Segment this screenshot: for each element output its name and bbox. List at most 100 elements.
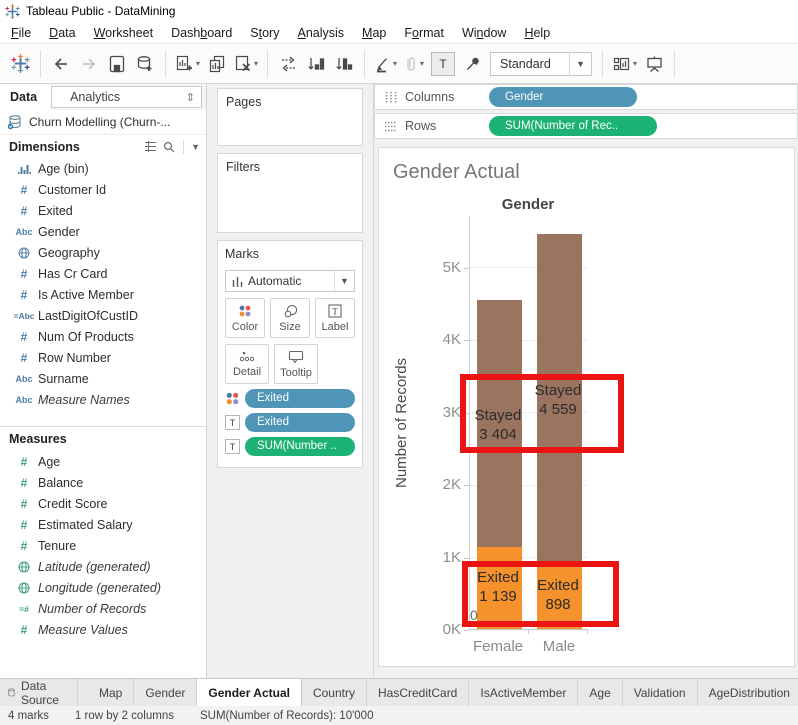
measure-longitude-generated[interactable]: Longitude (generated)	[0, 577, 206, 598]
highlight-icon[interactable]: ▾	[371, 49, 400, 79]
detail-button[interactable]: Detail	[225, 344, 269, 384]
text-label-icon[interactable]: T	[225, 415, 240, 430]
sort-ascending-icon[interactable]	[302, 49, 330, 79]
measure-measure-values[interactable]: # Measure Values	[0, 619, 206, 640]
chevron-down-icon[interactable]: ▼	[191, 142, 200, 152]
dimension-exited[interactable]: # Exited	[0, 200, 206, 221]
chevron-down-icon[interactable]: ▼	[334, 271, 354, 291]
tab-validation[interactable]: Validation	[623, 679, 698, 706]
presentation-mode-icon[interactable]	[640, 49, 668, 79]
rows-shelf[interactable]: Rows SUM(Number of Rec..	[374, 113, 798, 139]
mark-label-stayed-male: Stayed 4 559	[534, 382, 582, 418]
filters-shelf[interactable]: Filters	[217, 153, 363, 233]
tab-data[interactable]: Data	[0, 84, 52, 110]
tab-gender-actual[interactable]: Gender Actual	[197, 679, 302, 706]
redo-icon[interactable]	[75, 49, 103, 79]
x-axis-label-male[interactable]: Male	[524, 638, 594, 655]
measure-number-of-records[interactable]: =# Number of Records	[0, 598, 206, 619]
measure-credit-score[interactable]: # Credit Score	[0, 493, 206, 514]
tab-country[interactable]: Country	[302, 679, 367, 706]
menu-window[interactable]: Window	[453, 24, 515, 42]
marks-pill-label-exited[interactable]: Exited	[245, 413, 355, 432]
dimension-gender[interactable]: Abc Gender	[0, 221, 206, 242]
tab-hascreditcard[interactable]: HasCreditCard	[367, 679, 470, 706]
swap-panes-icon[interactable]: ⇕	[186, 91, 195, 104]
label-button[interactable]: T Label	[315, 298, 355, 338]
chevron-down-icon[interactable]: ▼	[569, 52, 591, 75]
menu-file[interactable]: File	[2, 24, 40, 42]
color-dots-icon	[239, 305, 251, 316]
columns-icon	[384, 91, 398, 104]
measure-age[interactable]: # Age	[0, 451, 206, 472]
tableau-logo-button[interactable]	[6, 49, 34, 79]
menu-map[interactable]: Map	[353, 24, 395, 42]
size-button[interactable]: Size	[270, 298, 310, 338]
measure-balance[interactable]: # Balance	[0, 472, 206, 493]
dropdown-caret-icon[interactable]: ▾	[420, 59, 424, 68]
mark-type-dropdown[interactable]: Automatic ▼	[225, 270, 355, 292]
undo-icon[interactable]	[47, 49, 75, 79]
dimension-measure-names[interactable]: Abc Measure Names	[0, 389, 206, 410]
menu-dashboard[interactable]: Dashboard	[162, 24, 241, 42]
dropdown-caret-icon[interactable]: ▾	[393, 59, 397, 68]
columns-shelf[interactable]: Columns Gender	[374, 84, 798, 110]
columns-pill-gender[interactable]: Gender	[489, 87, 637, 107]
tab-age[interactable]: Age	[578, 679, 623, 706]
tableau-logo-icon	[5, 3, 20, 19]
measure-tenure[interactable]: # Tenure	[0, 535, 206, 556]
search-icon[interactable]	[163, 141, 175, 153]
show-hide-cards-icon[interactable]: ▾	[609, 49, 640, 79]
show-mark-labels-button[interactable]: T	[428, 49, 458, 79]
marks-pill-color-exited[interactable]: Exited	[245, 389, 355, 408]
save-icon[interactable]	[103, 49, 131, 79]
dimension-customer-id[interactable]: # Customer Id	[0, 179, 206, 200]
tab-agedistribution[interactable]: AgeDistribution	[698, 679, 798, 706]
text-label-icon[interactable]: T	[225, 439, 240, 454]
tab-data-source[interactable]: Data Source	[0, 679, 79, 707]
tab-gender[interactable]: Gender	[134, 679, 198, 706]
sheet-title: Gender Actual	[393, 161, 520, 183]
marks-pill-sum-number-of-records[interactable]: SUM(Number ..	[245, 437, 355, 456]
rows-pill-sum-number-of-records[interactable]: SUM(Number of Rec..	[489, 116, 657, 136]
dimension-age-bin[interactable]: Age (bin)	[0, 158, 206, 179]
view-as-grid-icon[interactable]	[144, 141, 157, 152]
dimension-is-active-member[interactable]: # Is Active Member	[0, 284, 206, 305]
tab-isactivemember[interactable]: IsActiveMember	[469, 679, 579, 706]
menu-story[interactable]: Story	[241, 24, 288, 42]
tab-analytics[interactable]: Analytics ⇕	[51, 86, 202, 108]
sort-descending-icon[interactable]	[330, 49, 358, 79]
menu-worksheet[interactable]: Worksheet	[85, 24, 163, 42]
dimension-surname[interactable]: Abc Surname	[0, 368, 206, 389]
dropdown-caret-icon[interactable]: ▾	[633, 59, 637, 68]
menu-format[interactable]: Format	[395, 24, 453, 42]
duplicate-sheet-icon[interactable]	[203, 49, 231, 79]
dimension-row-number[interactable]: # Row Number	[0, 347, 206, 368]
dimension-has-cr-card[interactable]: # Has Cr Card	[0, 263, 206, 284]
dropdown-caret-icon[interactable]: ▾	[254, 59, 258, 68]
new-data-source-icon[interactable]	[131, 49, 159, 79]
measure-latitude-generated[interactable]: Latitude (generated)	[0, 556, 206, 577]
menu-analysis[interactable]: Analysis	[288, 24, 353, 42]
dimension-num-of-products[interactable]: # Num Of Products	[0, 326, 206, 347]
fix-axes-pin-icon[interactable]	[458, 49, 486, 79]
dimension-lastdigitofcustid[interactable]: =Abc LastDigitOfCustID	[0, 305, 206, 326]
dropdown-caret-icon[interactable]: ▾	[196, 59, 200, 68]
x-axis-label-female[interactable]: Female	[463, 638, 533, 655]
tooltip-button[interactable]: Tooltip	[274, 344, 318, 384]
measure-estimated-salary[interactable]: # Estimated Salary	[0, 514, 206, 535]
swap-rows-columns-icon[interactable]	[274, 49, 302, 79]
menu-data[interactable]: Data	[40, 24, 84, 42]
format-paperclip-icon[interactable]: ▾	[400, 49, 428, 79]
calculated-number-icon: =#	[19, 603, 29, 614]
color-button[interactable]: Color	[225, 298, 265, 338]
new-worksheet-icon[interactable]: ▾	[172, 49, 203, 79]
number-icon: #	[20, 517, 28, 532]
fit-selector[interactable]: Standard ▼	[490, 51, 593, 76]
pages-shelf[interactable]: Pages	[217, 88, 363, 146]
tab-map[interactable]: Map	[88, 679, 135, 706]
dimension-geography[interactable]: Geography	[0, 242, 206, 263]
datasource-item[interactable]: Churn Modelling (Churn-...	[0, 110, 206, 135]
menu-help[interactable]: Help	[515, 24, 559, 42]
clear-sheet-icon[interactable]: ▾	[231, 49, 261, 79]
color-legend-icon[interactable]	[225, 391, 240, 406]
